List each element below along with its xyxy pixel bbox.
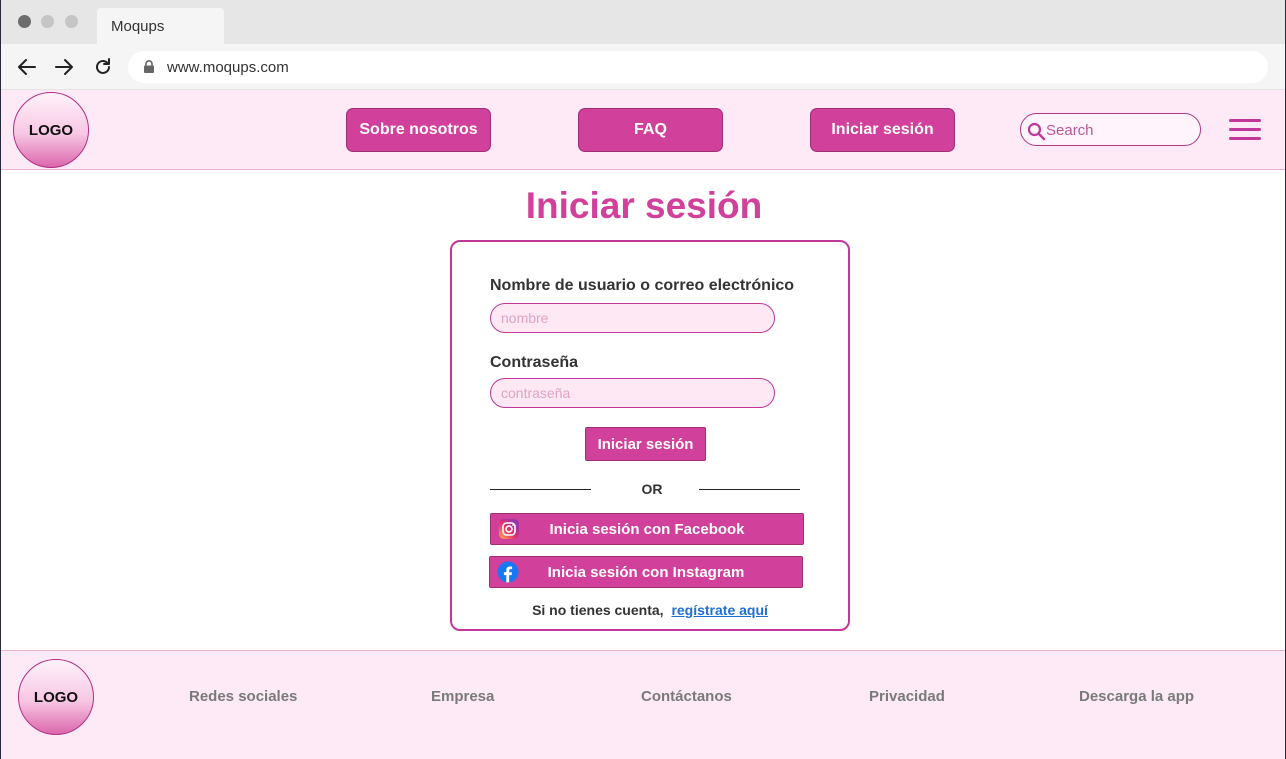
browser-navbar: www.moqups.com [1, 44, 1285, 90]
or-separator: OR [641, 481, 663, 497]
login-submit-button[interactable]: Iniciar sesión [585, 427, 706, 461]
footer-link-redes-sociales[interactable]: Redes sociales [189, 688, 297, 705]
nav-iniciar-sesion-button[interactable]: Iniciar sesión [810, 108, 955, 152]
browser-titlebar: Moqups [1, 0, 1285, 44]
lock-icon [144, 60, 154, 73]
username-input[interactable] [490, 303, 775, 333]
search-icon[interactable] [1026, 121, 1046, 141]
forward-arrow-icon[interactable] [53, 56, 75, 78]
back-arrow-icon[interactable] [16, 56, 38, 78]
divider-left [490, 489, 591, 490]
password-label: Contraseña [490, 354, 579, 371]
reload-icon[interactable] [92, 56, 114, 78]
instagram-login-button[interactable]: Inicia sesión con Instagram [489, 556, 803, 588]
footer-link-empresa[interactable]: Empresa [431, 688, 494, 705]
hamburger-menu-icon[interactable] [1229, 117, 1261, 143]
search-box [1020, 113, 1201, 146]
footer-logo-text: LOGO [33, 688, 79, 706]
nav-sobre-nosotros-button[interactable]: Sobre nosotros [346, 108, 491, 152]
footer-logo[interactable]: LOGO [18, 659, 94, 735]
minimize-window-button[interactable] [41, 15, 54, 28]
nav-faq-button[interactable]: FAQ [578, 108, 723, 152]
signup-prompt-text: Si no tienes cuenta, [532, 602, 664, 618]
signup-prompt: Si no tienes cuenta, regístrate aquí [452, 602, 848, 618]
username-label: Nombre de usuario o correo electrónico [490, 277, 795, 294]
site-footer: LOGO Redes sociales Empresa Contáctanos … [1, 650, 1285, 759]
page-title: Iniciar sesión [525, 185, 763, 226]
facebook-login-button[interactable]: Inicia sesión con Facebook [490, 513, 804, 545]
close-window-button[interactable] [18, 15, 31, 28]
browser-tab[interactable]: Moqups [97, 8, 224, 44]
divider-right [699, 489, 800, 490]
search-input[interactable] [1046, 118, 1196, 142]
site-header: LOGO Sobre nosotros FAQ Iniciar sesión [1, 90, 1285, 170]
browser-window: Moqups www.moqups.com LOGO Sobre nosotro… [0, 0, 1286, 759]
password-input[interactable] [490, 378, 775, 408]
login-card: Nombre de usuario o correo electrónico C… [450, 240, 850, 631]
signup-link[interactable]: regístrate aquí [671, 602, 767, 618]
header-logo[interactable]: LOGO [13, 92, 89, 168]
url-text: www.moqups.com [167, 59, 289, 76]
browser-tab-title: Moqups [111, 18, 165, 35]
footer-link-contactanos[interactable]: Contáctanos [641, 688, 732, 705]
footer-link-privacidad[interactable]: Privacidad [869, 688, 945, 705]
instagram-login-label: Inicia sesión con Instagram [547, 564, 745, 581]
footer-link-descarga-app[interactable]: Descarga la app [1079, 688, 1194, 705]
header-logo-text: LOGO [28, 121, 74, 139]
facebook-login-label: Inicia sesión con Facebook [549, 521, 745, 538]
address-bar[interactable]: www.moqups.com [128, 51, 1268, 83]
maximize-window-button[interactable] [65, 15, 78, 28]
